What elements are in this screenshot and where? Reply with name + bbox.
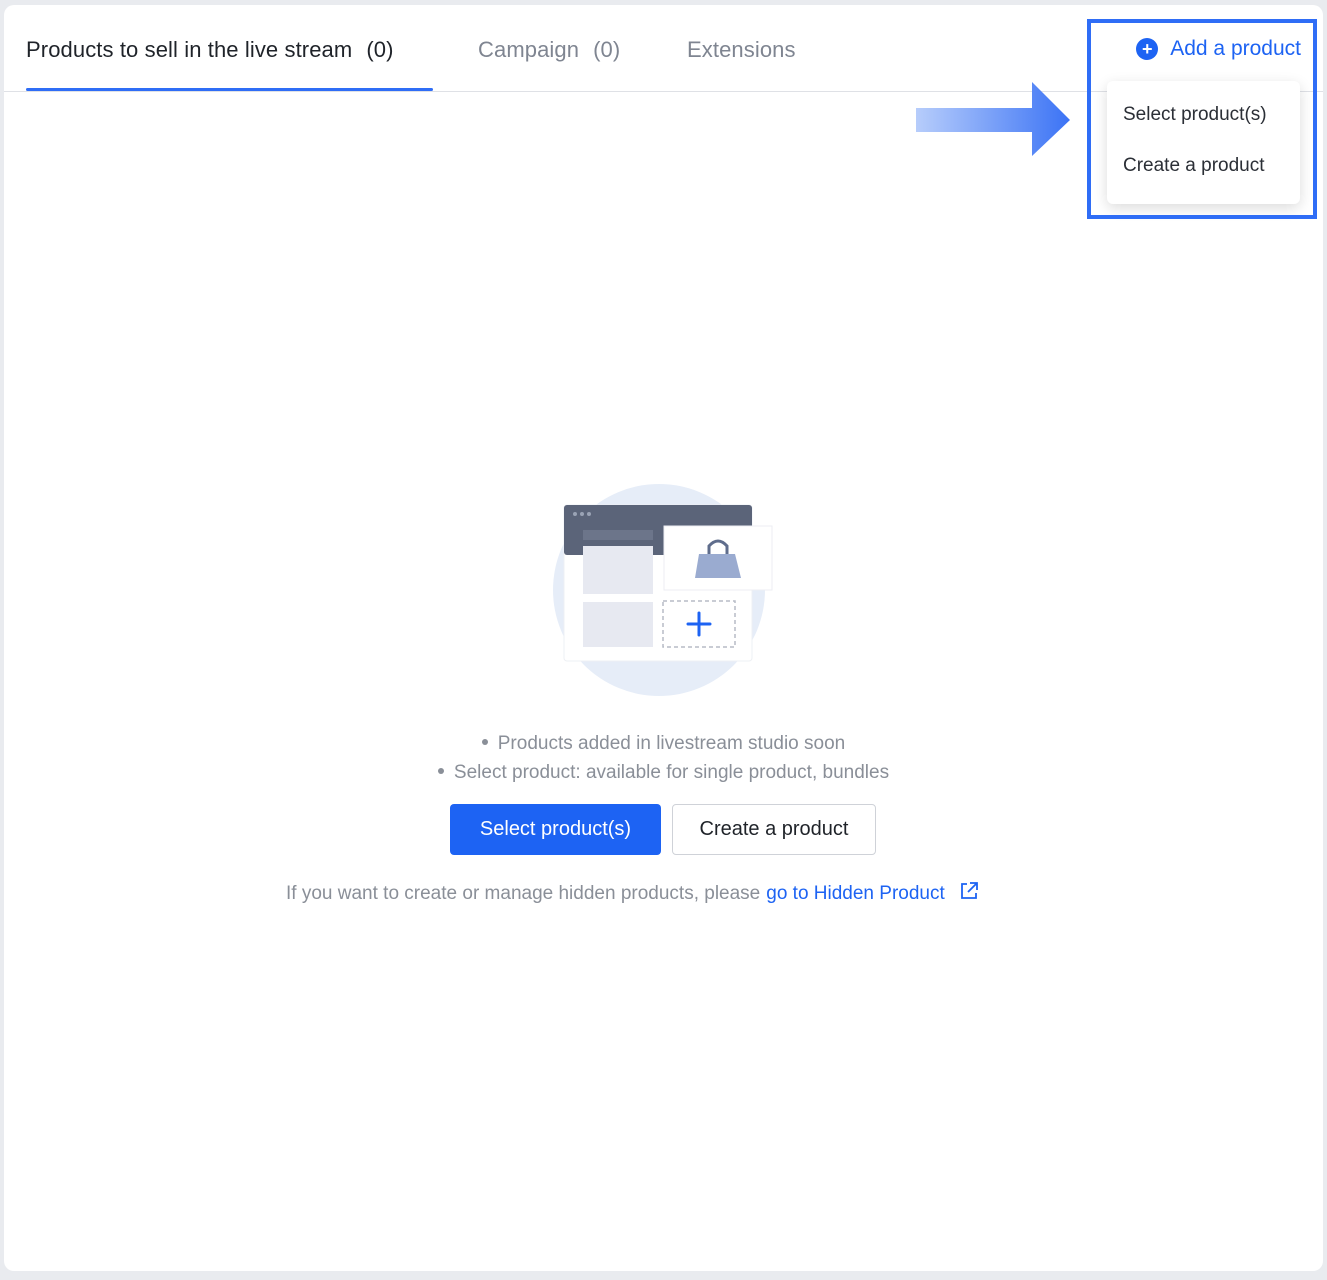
note-item: Products added in livestream studio soon [4,729,1323,758]
tab-campaign-label: Campaign [478,37,580,62]
bullet-dot-icon [437,767,444,774]
select-products-button[interactable]: Select product(s) [450,804,661,855]
hidden-product-hint: If you want to create or manage hidden p… [286,881,979,907]
tab-campaign-count: (0) [593,37,621,62]
tab-products-label: Products to sell in the live stream [26,37,353,62]
tab-extensions[interactable]: Extensions [687,37,796,63]
note-item: Select product: available for single pro… [4,758,1323,787]
note-text: Products added in livestream studio soon [497,733,846,754]
highlight-box [1087,19,1317,219]
tab-extensions-label: Extensions [687,37,796,62]
create-product-button[interactable]: Create a product [672,804,876,855]
external-link-icon[interactable] [959,881,979,907]
bullet-dot-icon [481,738,488,745]
tab-campaign[interactable]: Campaign (0) [478,37,620,63]
hidden-product-link[interactable]: go to Hidden Product [766,883,945,905]
tab-products[interactable]: Products to sell in the live stream (0) [26,37,394,63]
pointer-arrow-icon [916,82,1070,156]
tab-products-count: (0) [366,37,394,62]
empty-products-illustration [553,484,773,696]
active-tab-indicator [26,88,433,91]
empty-state-notes: Products added in livestream studio soon… [4,729,1323,787]
note-text: Select product: available for single pro… [453,762,890,783]
hint-text: If you want to create or manage hidden p… [286,883,761,904]
